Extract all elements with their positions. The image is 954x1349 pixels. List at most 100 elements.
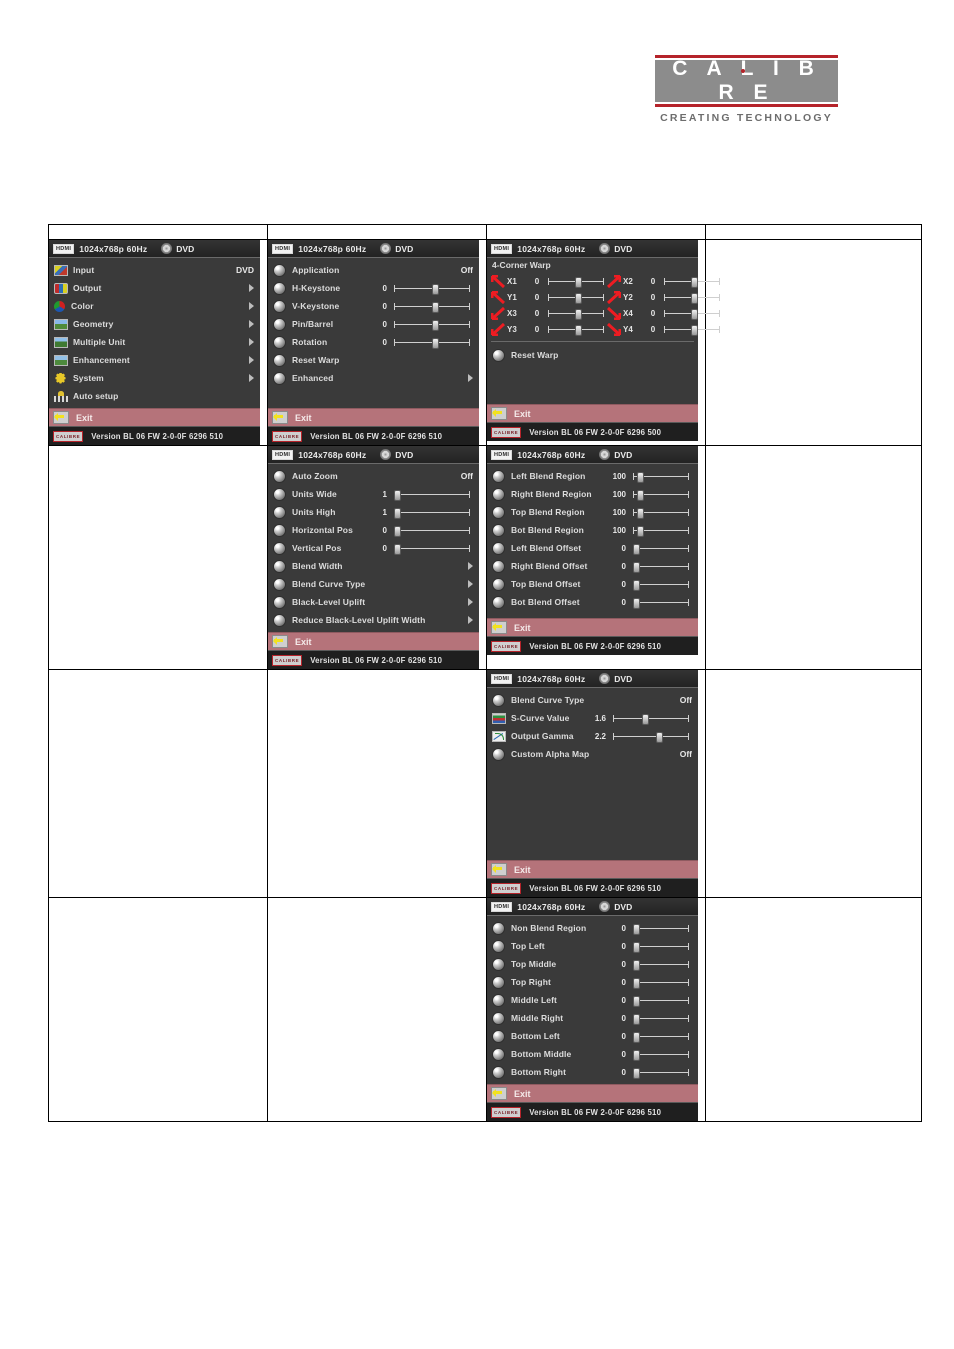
slider-control[interactable] — [632, 941, 690, 953]
slider-control[interactable] — [612, 731, 690, 743]
osd-panel-multiple-unit[interactable]: HDMI 1024x768p 60Hz DVD Auto Zoom Off Un… — [268, 446, 479, 669]
menu-item-pin-barrel[interactable]: Pin/Barrel 0 — [268, 315, 479, 333]
menu-item-middle-right[interactable]: Middle Right 0 — [487, 1009, 698, 1027]
menu-item-input[interactable]: Input DVD — [49, 261, 260, 279]
exit-button[interactable]: Exit — [487, 618, 698, 636]
slider-control[interactable] — [393, 489, 471, 501]
menu-item-system[interactable]: System — [49, 369, 260, 387]
exit-button[interactable]: Exit — [268, 408, 479, 426]
slider-control[interactable] — [663, 292, 721, 304]
menu-item-right-blend-region[interactable]: Right Blend Region 100 — [487, 485, 698, 503]
slider-control[interactable] — [663, 276, 721, 288]
warp-row-x4[interactable]: X4 0 — [607, 305, 723, 321]
menu-item-reset-warp[interactable]: Reset Warp — [487, 346, 698, 364]
slider-control[interactable] — [632, 1031, 690, 1043]
exit-button[interactable]: Exit — [49, 408, 260, 426]
slider-control[interactable] — [393, 319, 471, 331]
slider-control[interactable] — [632, 1013, 690, 1025]
warp-row-x2[interactable]: X2 0 — [607, 273, 723, 289]
slider-control[interactable] — [632, 959, 690, 971]
slider-control[interactable] — [663, 308, 721, 320]
slider-control[interactable] — [632, 579, 690, 591]
osd-panel-black-level[interactable]: HDMI 1024x768p 60Hz DVD Non Blend Region… — [487, 898, 698, 1121]
menu-item-top-blend-region[interactable]: Top Blend Region 100 — [487, 503, 698, 521]
osd-panel-blend-width[interactable]: HDMI 1024x768p 60Hz DVD Left Blend Regio… — [487, 446, 698, 655]
exit-button[interactable]: Exit — [487, 860, 698, 878]
menu-item-top-middle[interactable]: Top Middle 0 — [487, 955, 698, 973]
menu-item-right-blend-offset[interactable]: Right Blend Offset 0 — [487, 557, 698, 575]
menu-item-black-level-uplift[interactable]: Black-Level Uplift — [268, 593, 479, 611]
warp-row-y4[interactable]: Y4 0 — [607, 321, 723, 337]
slider-control[interactable] — [632, 1049, 690, 1061]
menu-item-enhanced[interactable]: Enhanced — [268, 369, 479, 387]
slider-control[interactable] — [547, 292, 605, 304]
exit-button[interactable]: Exit — [268, 632, 479, 650]
slider-control[interactable] — [393, 525, 471, 537]
menu-item-left-blend-region[interactable]: Left Blend Region 100 — [487, 467, 698, 485]
menu-item-non-blend-region[interactable]: Non Blend Region 0 — [487, 919, 698, 937]
menu-item-reduce-black-level-uplift-width[interactable]: Reduce Black-Level Uplift Width — [268, 611, 479, 629]
menu-item-top-right[interactable]: Top Right 0 — [487, 973, 698, 991]
slider-control[interactable] — [547, 308, 605, 320]
menu-item-output-gamma[interactable]: Output Gamma 2.2 — [487, 727, 698, 745]
slider-control[interactable] — [632, 561, 690, 573]
slider-control[interactable] — [632, 507, 690, 519]
menu-item-units-wide[interactable]: Units Wide 1 — [268, 485, 479, 503]
osd-panel-geometry[interactable]: HDMI 1024x768p 60Hz DVD Application Off — [268, 240, 479, 445]
menu-item-auto-zoom[interactable]: Auto Zoom Off — [268, 467, 479, 485]
slider-control[interactable] — [632, 525, 690, 537]
slider-control[interactable] — [393, 337, 471, 349]
osd-panel-blend-curve[interactable]: HDMI 1024x768p 60Hz DVD Blend Curve Type… — [487, 670, 698, 897]
slider-control[interactable] — [547, 276, 605, 288]
menu-item-blend-curve-type[interactable]: Blend Curve Type — [268, 575, 479, 593]
menu-item-bot-blend-offset[interactable]: Bot Blend Offset 0 — [487, 593, 698, 611]
menu-item-bot-blend-region[interactable]: Bot Blend Region 100 — [487, 521, 698, 539]
slider-control[interactable] — [632, 1067, 690, 1079]
slider-control[interactable] — [612, 713, 690, 725]
warp-row-y2[interactable]: Y2 0 — [607, 289, 723, 305]
menu-item-bottom-left[interactable]: Bottom Left 0 — [487, 1027, 698, 1045]
menu-item-output[interactable]: Output — [49, 279, 260, 297]
menu-item-application[interactable]: Application Off — [268, 261, 479, 279]
slider-control[interactable] — [663, 324, 721, 336]
menu-item-bottom-middle[interactable]: Bottom Middle 0 — [487, 1045, 698, 1063]
menu-item-blend-curve-type[interactable]: Blend Curve Type Off — [487, 691, 698, 709]
menu-item-left-blend-offset[interactable]: Left Blend Offset 0 — [487, 539, 698, 557]
warp-row-y3[interactable]: Y3 0 — [491, 321, 607, 337]
exit-button[interactable]: Exit — [487, 404, 698, 422]
menu-item-v-keystone[interactable]: V-Keystone 0 — [268, 297, 479, 315]
slider-control[interactable] — [632, 977, 690, 989]
warp-row-y1[interactable]: Y1 0 — [491, 289, 607, 305]
menu-item-enhancement[interactable]: Enhancement — [49, 351, 260, 369]
menu-item-middle-left[interactable]: Middle Left 0 — [487, 991, 698, 1009]
slider-control[interactable] — [393, 301, 471, 313]
menu-item-s-curve-value[interactable]: S-Curve Value 1.6 — [487, 709, 698, 727]
slider-control[interactable] — [632, 489, 690, 501]
slider-control[interactable] — [632, 471, 690, 483]
menu-item-top-left[interactable]: Top Left 0 — [487, 937, 698, 955]
menu-item-vertical-pos[interactable]: Vertical Pos 0 — [268, 539, 479, 557]
menu-item-bottom-right[interactable]: Bottom Right 0 — [487, 1063, 698, 1081]
slider-control[interactable] — [632, 543, 690, 555]
menu-item-h-keystone[interactable]: H-Keystone 0 — [268, 279, 479, 297]
slider-control[interactable] — [393, 283, 471, 295]
osd-panel-main-menu[interactable]: HDMI 1024x768p 60Hz DVD Input DVD Output… — [49, 240, 260, 445]
slider-control[interactable] — [393, 543, 471, 555]
menu-item-units-high[interactable]: Units High 1 — [268, 503, 479, 521]
menu-item-color[interactable]: Color — [49, 297, 260, 315]
menu-item-blend-width[interactable]: Blend Width — [268, 557, 479, 575]
slider-control[interactable] — [547, 324, 605, 336]
osd-panel-corner-warp[interactable]: HDMI 1024x768p 60Hz DVD 4-Corner Warp X1… — [487, 240, 720, 441]
slider-control[interactable] — [393, 507, 471, 519]
menu-item-rotation[interactable]: Rotation 0 — [268, 333, 479, 351]
menu-item-auto-setup[interactable]: Auto setup — [49, 387, 260, 405]
exit-button[interactable]: Exit — [487, 1084, 698, 1102]
slider-control[interactable] — [632, 995, 690, 1007]
menu-item-multiple-unit[interactable]: Multiple Unit — [49, 333, 260, 351]
warp-row-x3[interactable]: X3 0 — [491, 305, 607, 321]
menu-item-custom-alpha-map[interactable]: Custom Alpha Map Off — [487, 745, 698, 763]
menu-item-reset-warp[interactable]: Reset Warp — [268, 351, 479, 369]
slider-control[interactable] — [632, 923, 690, 935]
warp-row-x1[interactable]: X1 0 — [491, 273, 607, 289]
menu-item-horizontal-pos[interactable]: Horizontal Pos 0 — [268, 521, 479, 539]
